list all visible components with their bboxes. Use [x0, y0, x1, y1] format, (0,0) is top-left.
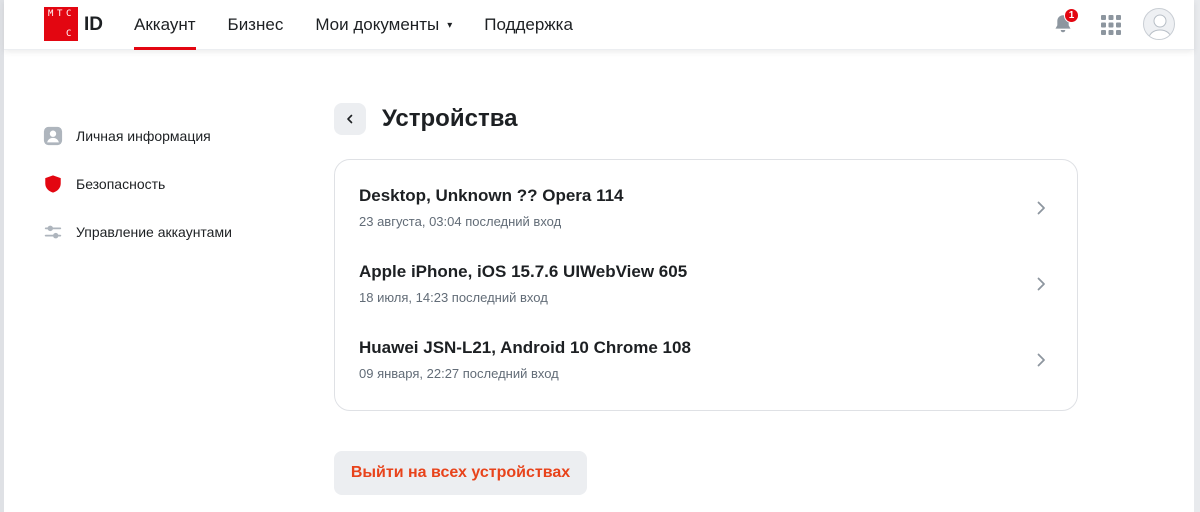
logo-letter: М — [48, 9, 54, 19]
chevron-right-icon — [1037, 277, 1045, 291]
device-name: Desktop, Unknown ?? Opera 114 — [359, 186, 624, 205]
device-last-login: 09 января, 22:27 последний вход — [359, 366, 559, 381]
device-row[interactable]: Apple iPhone, iOS 15.7.6 UIWebView 605 1… — [335, 236, 1077, 312]
logout-all-devices-button[interactable]: Выйти на всех устройствах — [334, 451, 587, 495]
logo-letter: Т — [57, 9, 63, 19]
devices-list: Desktop, Unknown ?? Opera 114 23 августа… — [334, 159, 1078, 411]
apps-grid-icon[interactable] — [1100, 14, 1122, 36]
main-nav: Аккаунт Бизнес Мои документы ▾ Поддержка — [134, 0, 605, 50]
user-silhouette-icon — [1147, 14, 1173, 39]
nav-item-label: Аккаунт — [134, 15, 196, 34]
device-last-login: 18 июля, 14:23 последний вход — [359, 290, 548, 305]
nav-item-documents[interactable]: Мои документы ▾ — [315, 0, 452, 50]
sliders-icon — [42, 221, 64, 243]
sidebar-item-account-management[interactable]: Управление аккаунтами — [42, 208, 302, 256]
device-last-login: 23 августа, 03:04 последний вход — [359, 214, 562, 229]
shield-icon — [42, 173, 64, 195]
nav-item-support[interactable]: Поддержка — [484, 0, 573, 50]
mts-logo[interactable]: М Т С С — [44, 7, 78, 41]
back-button[interactable] — [334, 103, 366, 135]
sidebar-item-label: Личная информация — [76, 128, 211, 144]
window-edge — [0, 0, 4, 512]
chevron-right-icon — [1037, 353, 1045, 367]
scrollbar[interactable] — [1194, 0, 1200, 512]
page-title: Устройства — [382, 105, 518, 132]
nav-item-account[interactable]: Аккаунт — [134, 0, 196, 50]
sidebar-item-personal-info[interactable]: Личная информация — [42, 112, 302, 160]
avatar[interactable] — [1143, 8, 1175, 40]
nav-item-label: Бизнес — [227, 15, 284, 34]
chevron-down-icon: ▾ — [447, 19, 453, 31]
chevron-left-icon — [347, 114, 353, 124]
user-profile-icon — [42, 125, 64, 147]
nav-item-label: Мои документы — [315, 15, 440, 34]
device-row[interactable]: Desktop, Unknown ?? Opera 114 23 августа… — [335, 160, 1077, 236]
nav-item-business[interactable]: Бизнес — [228, 0, 284, 50]
sidebar: Личная информация Безопасность Управлени… — [42, 112, 302, 256]
device-name: Huawei JSN-L21, Android 10 Chrome 108 — [359, 338, 691, 357]
logo-letter: С — [66, 9, 72, 19]
sidebar-item-security[interactable]: Безопасность — [42, 160, 302, 208]
notification-badge: 1 — [1064, 8, 1079, 23]
device-name: Apple iPhone, iOS 15.7.6 UIWebView 605 — [359, 262, 688, 281]
device-row[interactable]: Huawei JSN-L21, Android 10 Chrome 108 09… — [335, 312, 1077, 388]
nav-item-label: Поддержка — [484, 15, 573, 34]
top-header: М Т С С ID Аккаунт Бизнес Мои документы … — [4, 0, 1194, 50]
logo-letter: С — [66, 29, 72, 39]
logo-id-label: ID — [84, 14, 103, 35]
chevron-right-icon — [1037, 201, 1045, 215]
sidebar-item-label: Управление аккаунтами — [76, 224, 232, 240]
sidebar-item-label: Безопасность — [76, 176, 166, 192]
